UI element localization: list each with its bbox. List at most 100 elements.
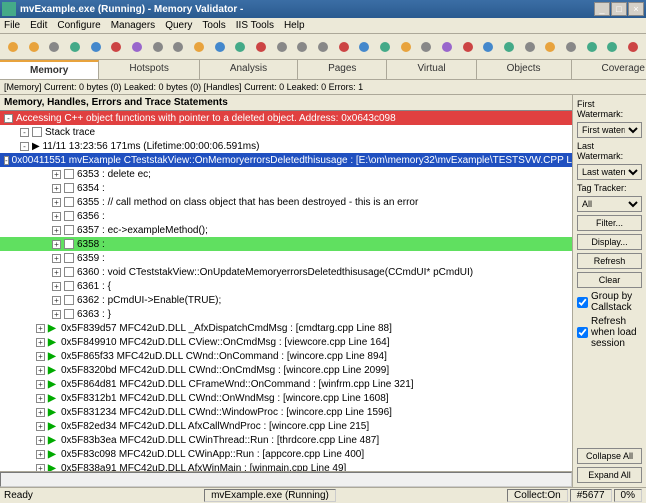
filter-button[interactable]: Filter... [577,215,642,231]
tree-row[interactable]: +▶0x5F849910 MFC42uD.DLL CView::OnCmdMsg… [0,335,572,349]
tree-row[interactable]: +6357 : ec->exampleMethod(); [0,223,572,237]
tree-row[interactable]: +▶0x5F82ed34 MFC42uD.DLL AfxCallWndProc … [0,419,572,433]
collapse-all-button[interactable]: Collapse All [577,448,642,464]
tree-row[interactable]: +▶0x5F839d57 MFC42uD.DLL _AfxDispatchCmd… [0,321,572,335]
tree-row[interactable]: -▶ 11/11 13:23:56 171ms (Lifetime:00:00:… [0,139,572,153]
tree-row[interactable]: +6362 : pCmdUI->Enable(TRUE); [0,293,572,307]
menu-help[interactable]: Help [284,20,305,31]
tab-coverage[interactable]: Coverage [572,60,646,79]
tree-row[interactable]: +▶0x5F83b3ea MFC42uD.DLL CWinThread::Run… [0,433,572,447]
toolbar-button-15[interactable] [314,37,332,57]
tree-row[interactable]: +6363 : } [0,307,572,321]
minimize-button[interactable]: _ [594,2,610,16]
tab-virtual[interactable]: Virtual [387,60,476,79]
toolbar-button-12[interactable] [252,37,270,57]
expand-all-button[interactable]: Expand All [577,467,642,483]
tree-row[interactable]: +6361 : { [0,279,572,293]
expand-icon[interactable]: + [36,464,45,472]
toolbar-button-6[interactable] [128,37,146,57]
toolbar-button-2[interactable] [45,37,63,57]
tree-row[interactable]: +▶0x5F838a91 MFC42uD.DLL AfxWinMain : [w… [0,461,572,471]
tree-row[interactable]: +▶0x5F864d81 MFC42uD.DLL CFrameWnd::OnCo… [0,377,572,391]
toolbar-button-27[interactable] [562,37,580,57]
maximize-button[interactable]: □ [611,2,627,16]
toolbar-button-20[interactable] [417,37,435,57]
toolbar-button-29[interactable] [603,37,621,57]
toolbar-button-21[interactable] [438,37,456,57]
toolbar-button-28[interactable] [583,37,601,57]
expand-icon[interactable]: + [52,296,61,305]
expand-icon[interactable]: + [52,282,61,291]
tab-memory[interactable]: Memory [0,60,99,79]
toolbar-button-11[interactable] [231,37,249,57]
toolbar-button-16[interactable] [335,37,353,57]
expand-icon[interactable]: + [52,226,61,235]
tree-view[interactable]: -Accessing C++ object functions with poi… [0,111,572,471]
toolbar-button-23[interactable] [479,37,497,57]
toolbar-button-19[interactable] [397,37,415,57]
first-watermark-select[interactable]: First watermark [577,122,642,138]
expand-icon[interactable]: - [20,128,29,137]
tree-row[interactable]: +▶0x5F83c098 MFC42uD.DLL CWinApp::Run : … [0,447,572,461]
expand-icon[interactable]: + [52,268,61,277]
expand-icon[interactable]: + [52,184,61,193]
toolbar-button-26[interactable] [541,37,559,57]
toolbar-button-22[interactable] [459,37,477,57]
toolbar-button-13[interactable] [273,37,291,57]
menu-iis-tools[interactable]: IIS Tools [236,20,274,31]
tree-row[interactable]: +6360 : void CTeststakView::OnUpdateMemo… [0,265,572,279]
tree-row[interactable]: +6355 : // call method on class object t… [0,195,572,209]
expand-icon[interactable]: + [36,436,45,445]
expand-icon[interactable]: + [52,254,61,263]
tab-analysis[interactable]: Analysis [200,60,298,79]
toolbar-button-30[interactable] [624,37,642,57]
last-watermark-select[interactable]: Last watermark [577,164,642,180]
expand-icon[interactable]: - [4,156,9,165]
menu-configure[interactable]: Configure [57,20,100,31]
menu-query[interactable]: Query [165,20,192,31]
toolbar-button-14[interactable] [293,37,311,57]
tree-row[interactable]: -Stack trace [0,125,572,139]
expand-icon[interactable]: + [36,408,45,417]
expand-icon[interactable]: + [52,198,61,207]
tab-objects[interactable]: Objects [477,60,572,79]
toolbar-button-3[interactable] [66,37,84,57]
tree-row[interactable]: +6354 : [0,181,572,195]
expand-icon[interactable]: + [52,212,61,221]
expand-icon[interactable]: + [52,310,61,319]
toolbar-button-9[interactable] [190,37,208,57]
tree-row[interactable]: +▶0x5F8312b1 MFC42uD.DLL CWnd::OnWndMsg … [0,391,572,405]
tree-row[interactable]: +6353 : delete ec; [0,167,572,181]
toolbar-button-24[interactable] [500,37,518,57]
toolbar-button-8[interactable] [169,37,187,57]
toolbar-button-17[interactable] [355,37,373,57]
menu-edit[interactable]: Edit [30,20,47,31]
toolbar-button-1[interactable] [25,37,43,57]
toolbar-button-7[interactable] [149,37,167,57]
clear-button[interactable]: Clear [577,272,642,288]
group-by-callstack-checkbox[interactable] [577,297,588,308]
horizontal-scrollbar[interactable] [0,471,572,487]
toolbar-button-5[interactable] [107,37,125,57]
tag-tracker-select[interactable]: All [577,196,642,212]
tree-row[interactable]: +6356 : [0,209,572,223]
expand-icon[interactable]: - [4,114,13,123]
tree-row[interactable]: -Accessing C++ object functions with poi… [0,111,572,125]
tree-row[interactable]: +▶0x5F831234 MFC42uD.DLL CWnd::WindowPro… [0,405,572,419]
tree-row[interactable]: +6359 : [0,251,572,265]
menu-tools[interactable]: Tools [202,20,225,31]
refresh-on-load-checkbox[interactable] [577,327,588,338]
display-button[interactable]: Display... [577,234,642,250]
expand-icon[interactable]: + [36,450,45,459]
menu-managers[interactable]: Managers [111,20,155,31]
tree-row[interactable]: +▶0x5F8320bd MFC42uD.DLL CWnd::OnCmdMsg … [0,363,572,377]
expand-icon[interactable]: + [52,240,61,249]
tree-row[interactable]: -0x00411551 mvExample CTeststakView::OnM… [0,153,572,167]
expand-icon[interactable]: + [36,338,45,347]
toolbar-button-18[interactable] [376,37,394,57]
tab-pages[interactable]: Pages [298,60,387,79]
toolbar-button-10[interactable] [211,37,229,57]
tab-hotspots[interactable]: Hotspots [99,60,199,79]
expand-icon[interactable]: + [36,380,45,389]
tree-row[interactable]: +▶0x5F865f33 MFC42uD.DLL CWnd::OnCommand… [0,349,572,363]
